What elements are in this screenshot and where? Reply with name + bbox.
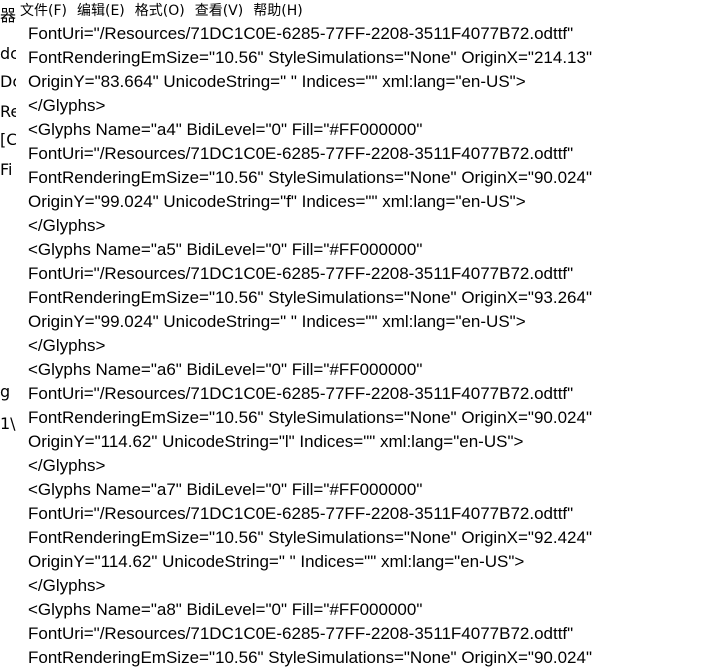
- text-line: OriginY="114.62" UnicodeString="l" Indic…: [28, 432, 524, 451]
- text-line: FontUri="/Resources/71DC1C0E-6285-77FF-2…: [28, 264, 574, 283]
- text-line: FontUri="/Resources/71DC1C0E-6285-77FF-2…: [28, 24, 574, 43]
- text-line: OriginY="83.664" UnicodeString=" " Indic…: [28, 72, 526, 91]
- text-line: FontUri="/Resources/71DC1C0E-6285-77FF-2…: [28, 504, 574, 523]
- background-text-fragment: [C: [0, 130, 17, 149]
- text-line: </Glyphs>: [28, 96, 106, 115]
- text-line: FontRenderingEmSize="10.56" StyleSimulat…: [28, 168, 592, 187]
- menu-format[interactable]: 格式(O): [131, 0, 189, 22]
- text-line: <Glyphs Name="a8" BidiLevel="0" Fill="#F…: [28, 600, 423, 619]
- text-line: FontUri="/Resources/71DC1C0E-6285-77FF-2…: [28, 624, 574, 643]
- background-text-fragment: dc: [0, 44, 16, 63]
- text-line: <Glyphs Name="a5" BidiLevel="0" Fill="#F…: [28, 240, 423, 259]
- text-line: FontUri="/Resources/71DC1C0E-6285-77FF-2…: [28, 144, 574, 163]
- background-text-fragment: Re: [0, 102, 16, 121]
- text-line: </Glyphs>: [28, 576, 106, 595]
- text-line: <Glyphs Name="a4" BidiLevel="0" Fill="#F…: [28, 120, 423, 139]
- text-line: FontRenderingEmSize="10.56" StyleSimulat…: [28, 408, 592, 427]
- background-text-fragment: 器: [0, 6, 17, 25]
- text-editor-area[interactable]: FontUri="/Resources/71DC1C0E-6285-77FF-2…: [28, 22, 708, 669]
- text-line: </Glyphs>: [28, 216, 106, 235]
- text-line: OriginY="99.024" UnicodeString=" " Indic…: [28, 312, 526, 331]
- text-line: FontUri="/Resources/71DC1C0E-6285-77FF-2…: [28, 384, 574, 403]
- menu-bar: 文件(F) 编辑(E) 格式(O) 查看(V) 帮助(H): [16, 0, 708, 22]
- text-line: FontRenderingEmSize="10.56" StyleSimulat…: [28, 48, 592, 67]
- background-window-strip: 器 dc Dc Re [C Fi g , 1\: [0, 0, 17, 669]
- text-line: FontRenderingEmSize="10.56" StyleSimulat…: [28, 648, 592, 667]
- background-text-fragment: Fi: [0, 160, 13, 179]
- text-line: FontRenderingEmSize="10.56" StyleSimulat…: [28, 288, 592, 307]
- background-text-fragment: g ,: [0, 382, 16, 401]
- background-text-fragment: Dc: [0, 72, 16, 91]
- notepad-window: 文件(F) 编辑(E) 格式(O) 查看(V) 帮助(H) FontUri="/…: [16, 0, 708, 669]
- text-line: </Glyphs>: [28, 336, 106, 355]
- menu-edit[interactable]: 编辑(E): [73, 0, 129, 22]
- text-line: </Glyphs>: [28, 456, 106, 475]
- text-line: FontRenderingEmSize="10.56" StyleSimulat…: [28, 528, 592, 547]
- text-line: OriginY="114.62" UnicodeString=" " Indic…: [28, 552, 525, 571]
- background-text-fragment: 1\: [0, 414, 16, 433]
- menu-view[interactable]: 查看(V): [191, 0, 248, 22]
- menu-help[interactable]: 帮助(H): [249, 0, 306, 22]
- text-line: OriginY="99.024" UnicodeString="f" Indic…: [28, 192, 526, 211]
- menu-file[interactable]: 文件(F): [16, 0, 71, 22]
- text-line: <Glyphs Name="a7" BidiLevel="0" Fill="#F…: [28, 480, 423, 499]
- text-line: <Glyphs Name="a6" BidiLevel="0" Fill="#F…: [28, 360, 423, 379]
